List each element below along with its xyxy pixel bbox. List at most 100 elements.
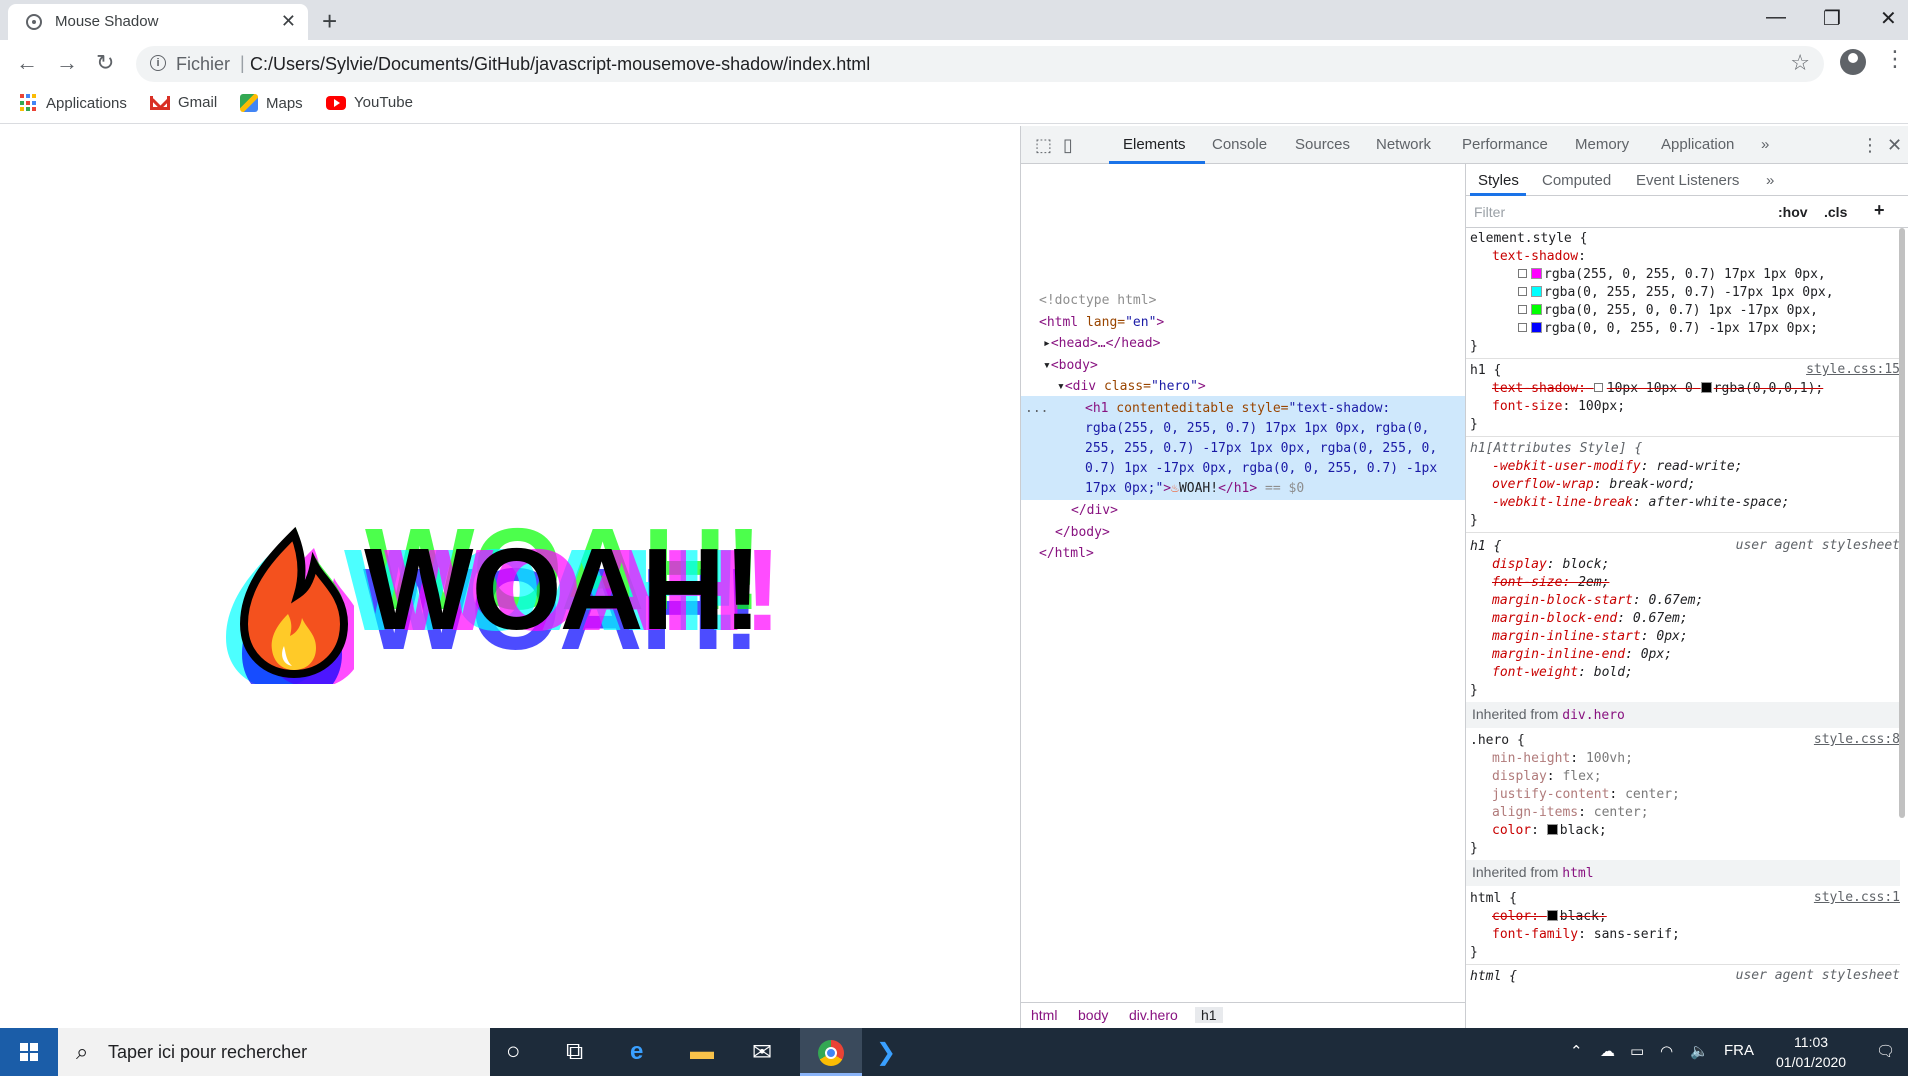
task-view-icon[interactable]: ⧉ bbox=[566, 1038, 583, 1066]
inherited-selector-link[interactable]: html bbox=[1562, 866, 1593, 881]
tab-network[interactable]: Network bbox=[1376, 136, 1431, 153]
css-declaration-inactive[interactable]: justify-content: center; bbox=[1492, 786, 1680, 804]
reload-button[interactable]: ↻ bbox=[96, 50, 114, 76]
bookmark-applications[interactable]: Applications bbox=[20, 94, 127, 112]
source-link[interactable]: style.css:1 bbox=[1814, 890, 1900, 905]
woah-heading[interactable]: WOAH! bbox=[364, 504, 762, 674]
color-swatch[interactable] bbox=[1531, 286, 1542, 297]
css-declaration[interactable]: font-family: sans-serif; bbox=[1492, 926, 1680, 944]
show-hidden-icons-icon[interactable]: ⌃ bbox=[1570, 1042, 1583, 1060]
rule-selector[interactable]: h1 { bbox=[1470, 538, 1501, 556]
css-declaration[interactable]: -webkit-line-break: after-white-space; bbox=[1492, 494, 1789, 512]
dom-body-close[interactable]: </body> bbox=[1055, 524, 1110, 542]
close-window-button[interactable]: ✕ bbox=[1880, 6, 1897, 31]
url-text[interactable]: C:/Users/Sylvie/Documents/GitHub/javascr… bbox=[250, 54, 870, 75]
cortana-icon[interactable]: ○ bbox=[506, 1038, 521, 1066]
dom-head[interactable]: ▸<head>…</head> bbox=[1043, 335, 1160, 353]
dom-html-close[interactable]: </html> bbox=[1039, 545, 1094, 563]
css-declaration[interactable]: font-weight: bold; bbox=[1492, 664, 1633, 682]
mail-icon[interactable]: ✉ bbox=[752, 1038, 772, 1067]
rule-selector[interactable]: html { bbox=[1470, 968, 1517, 986]
dom-doctype[interactable]: <!doctype html> bbox=[1039, 292, 1156, 310]
more-tabs-icon[interactable]: » bbox=[1761, 136, 1769, 153]
input-language[interactable]: FRA bbox=[1724, 1042, 1754, 1059]
file-explorer-icon[interactable]: ▬ bbox=[690, 1038, 714, 1066]
dom-html[interactable]: <html lang="en"> bbox=[1039, 314, 1164, 332]
profile-avatar-icon[interactable] bbox=[1840, 49, 1866, 75]
devtools-menu-icon[interactable]: ⋮ bbox=[1861, 135, 1879, 156]
css-declaration[interactable]: color: black; bbox=[1492, 822, 1607, 840]
shadow-editor-icon[interactable] bbox=[1518, 305, 1527, 314]
bookmark-youtube[interactable]: YouTube bbox=[326, 94, 413, 111]
dom-div-close[interactable]: </div> bbox=[1071, 502, 1118, 520]
rule-selector[interactable]: h1[Attributes Style] { bbox=[1470, 440, 1642, 458]
tab-console[interactable]: Console bbox=[1212, 136, 1267, 153]
css-declaration[interactable]: overflow-wrap: break-word; bbox=[1492, 476, 1696, 494]
rule-selector[interactable]: html { bbox=[1470, 890, 1517, 908]
tab-performance[interactable]: Performance bbox=[1462, 136, 1548, 153]
wifi-icon[interactable]: ◠ bbox=[1660, 1042, 1673, 1060]
shadow-value[interactable]: rgba(255, 0, 255, 0.7) 17px 1px 0px, bbox=[1518, 266, 1826, 284]
close-devtools-icon[interactable]: ✕ bbox=[1887, 135, 1902, 156]
minimize-button[interactable]: — bbox=[1766, 6, 1786, 29]
edge-icon[interactable]: e bbox=[630, 1038, 643, 1066]
tab-close-button[interactable]: ✕ bbox=[281, 11, 296, 32]
vscode-icon[interactable]: ❯ bbox=[876, 1038, 896, 1067]
dom-div-hero[interactable]: ▾<div class="hero"> bbox=[1057, 378, 1206, 396]
shadow-editor-icon[interactable] bbox=[1518, 269, 1527, 278]
shadow-editor-icon[interactable] bbox=[1518, 323, 1527, 332]
rule-selector[interactable]: h1 { bbox=[1470, 362, 1501, 380]
row-ellipsis-icon[interactable]: ... bbox=[1025, 400, 1048, 418]
tab-application[interactable]: Application bbox=[1661, 136, 1734, 153]
hov-button[interactable]: :hov bbox=[1778, 204, 1808, 220]
shadow-editor-icon[interactable] bbox=[1593, 383, 1603, 392]
color-swatch[interactable] bbox=[1546, 824, 1558, 835]
chrome-taskbar-button[interactable] bbox=[800, 1028, 862, 1076]
tab-computed[interactable]: Computed bbox=[1542, 172, 1611, 189]
color-swatch[interactable] bbox=[1531, 322, 1542, 333]
tab-memory[interactable]: Memory bbox=[1575, 136, 1629, 153]
shadow-value[interactable]: rgba(0, 0, 255, 0.7) -1px 17px 0px; bbox=[1518, 320, 1818, 338]
bookmark-gmail[interactable]: Gmail bbox=[150, 94, 217, 111]
color-swatch[interactable] bbox=[1546, 910, 1558, 921]
css-declaration[interactable]: text-shadow: bbox=[1492, 248, 1586, 266]
crumb-div-hero[interactable]: div.hero bbox=[1129, 1007, 1178, 1023]
notifications-icon[interactable]: 🗨 bbox=[1876, 1042, 1895, 1060]
expand-triangle-icon[interactable]: ▸ bbox=[1043, 336, 1051, 351]
tab-sources[interactable]: Sources bbox=[1295, 136, 1350, 153]
bookmark-maps[interactable]: Maps bbox=[240, 94, 303, 112]
rule-selector[interactable]: .hero { bbox=[1470, 732, 1525, 750]
tab-styles[interactable]: Styles bbox=[1478, 172, 1519, 189]
new-tab-button[interactable]: + bbox=[322, 6, 337, 37]
volume-icon[interactable]: 🔈 bbox=[1690, 1042, 1709, 1060]
css-declaration[interactable]: -webkit-user-modify: read-write; bbox=[1492, 458, 1742, 476]
clock[interactable]: 11:03 01/01/2020 bbox=[1776, 1032, 1846, 1072]
collapse-triangle-icon[interactable]: ▾ bbox=[1043, 358, 1051, 373]
device-toolbar-icon[interactable]: ▯ bbox=[1063, 135, 1073, 156]
crumb-html[interactable]: html bbox=[1031, 1007, 1057, 1023]
taskbar-search[interactable]: ⌕ Taper ici pour rechercher bbox=[58, 1028, 490, 1076]
color-swatch[interactable] bbox=[1531, 304, 1542, 315]
styles-scrollbar[interactable] bbox=[1899, 228, 1905, 818]
collapse-triangle-icon[interactable]: ▾ bbox=[1057, 379, 1065, 394]
css-declaration-overridden[interactable]: text-shadow: 10px 10px 0 rgba(0,0,0,1); bbox=[1492, 380, 1823, 398]
css-declaration-overridden[interactable]: font-size: 2em; bbox=[1492, 574, 1609, 592]
source-link[interactable]: style.css:15 bbox=[1806, 362, 1900, 377]
css-declaration[interactable]: margin-block-end: 0.67em; bbox=[1492, 610, 1688, 628]
css-declaration-inactive[interactable]: display: flex; bbox=[1492, 768, 1602, 786]
browser-menu-icon[interactable]: ⋮ bbox=[1884, 46, 1906, 72]
new-rule-button[interactable]: + bbox=[1874, 200, 1885, 221]
css-declaration[interactable]: margin-block-start: 0.67em; bbox=[1492, 592, 1703, 610]
cls-button[interactable]: .cls bbox=[1824, 204, 1847, 220]
info-icon[interactable]: i bbox=[150, 55, 166, 71]
css-declaration-inactive[interactable]: align-items: center; bbox=[1492, 804, 1649, 822]
shadow-editor-icon[interactable] bbox=[1518, 287, 1527, 296]
crumb-h1[interactable]: h1 bbox=[1195, 1007, 1223, 1023]
rule-selector[interactable]: element.style { bbox=[1470, 230, 1587, 248]
color-swatch[interactable] bbox=[1700, 382, 1712, 393]
shadow-value[interactable]: rgba(0, 255, 255, 0.7) -17px 1px 0px, bbox=[1518, 284, 1834, 302]
css-declaration[interactable]: margin-inline-end: 0px; bbox=[1492, 646, 1672, 664]
bookmark-star-icon[interactable]: ☆ bbox=[1790, 50, 1810, 76]
crumb-body[interactable]: body bbox=[1078, 1007, 1108, 1023]
shadow-value[interactable]: rgba(0, 255, 0, 0.7) 1px -17px 0px, bbox=[1518, 302, 1818, 320]
